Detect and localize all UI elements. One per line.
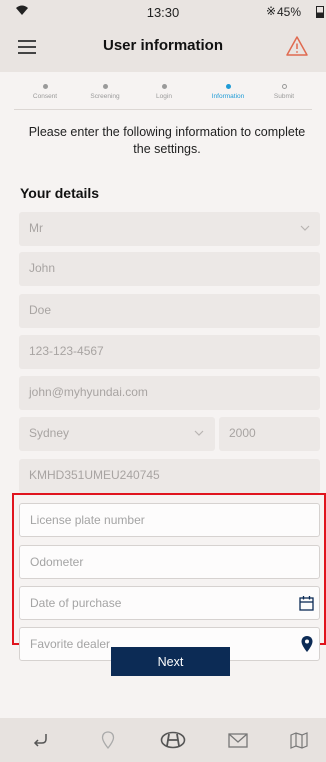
first-name-value: John (29, 261, 56, 275)
odometer-field[interactable]: Odometer (19, 545, 320, 579)
instructions-text: Please enter the following information t… (28, 125, 306, 156)
favorite-dealer-placeholder: Favorite dealer (30, 637, 111, 651)
date-of-purchase-placeholder: Date of purchase (30, 596, 122, 610)
hyundai-logo-icon[interactable] (160, 730, 186, 750)
email-field[interactable]: john@myhyundai.com (19, 376, 320, 410)
city-value: Sydney (29, 426, 70, 440)
license-plate-field[interactable]: License plate number (19, 503, 320, 537)
postcode-field[interactable]: 2000 (219, 417, 320, 451)
last-name-value: Doe (29, 303, 52, 317)
odometer-placeholder: Odometer (30, 555, 84, 569)
location-pin-icon[interactable] (97, 730, 119, 750)
battery-icon (316, 6, 324, 18)
step-consent: Consent (15, 84, 75, 100)
date-of-purchase-field[interactable]: Date of purchase (19, 586, 320, 620)
city-select[interactable]: Sydney (19, 417, 215, 451)
step-information: Information (198, 84, 258, 100)
section-title: Your details (20, 185, 100, 201)
title-value: Mr (29, 221, 43, 235)
phone-field[interactable]: 123-123-4567 (19, 335, 320, 369)
first-name-field[interactable]: John (19, 252, 320, 286)
progress-steps: Consent Screening Login Information Subm… (14, 84, 312, 110)
phone-value: 123-123-4567 (29, 344, 104, 358)
status-bar: 13:30 ※ 45% (0, 0, 326, 24)
chevron-down-icon (194, 430, 204, 436)
vin-value: KMHD351UMEU240745 (29, 468, 160, 482)
title-select[interactable]: Mr (19, 212, 320, 246)
step-screening: Screening (75, 84, 135, 100)
next-button[interactable]: Next (111, 647, 230, 676)
last-name-field[interactable]: Doe (19, 294, 320, 328)
email-value: john@myhyundai.com (29, 385, 148, 399)
mail-icon[interactable] (227, 730, 249, 750)
license-plate-placeholder: License plate number (30, 513, 145, 527)
page-title: User information (102, 37, 223, 54)
battery-percent: 45% (277, 5, 302, 19)
vin-field[interactable]: KMHD351UMEU240745 (19, 459, 320, 493)
bluetooth-icon: ※ (266, 4, 277, 18)
warning-triangle-icon[interactable] (285, 35, 309, 57)
map-icon[interactable] (288, 730, 310, 750)
chevron-down-icon (300, 225, 310, 231)
back-arrow-icon[interactable] (30, 730, 52, 750)
postcode-value: 2000 (229, 426, 256, 440)
calendar-icon[interactable] (299, 595, 314, 611)
step-submit: Submit (254, 84, 314, 100)
step-login: Login (134, 84, 194, 100)
location-pin-icon[interactable] (300, 635, 314, 653)
app-header: User information (0, 24, 326, 72)
bottom-nav (0, 718, 326, 762)
